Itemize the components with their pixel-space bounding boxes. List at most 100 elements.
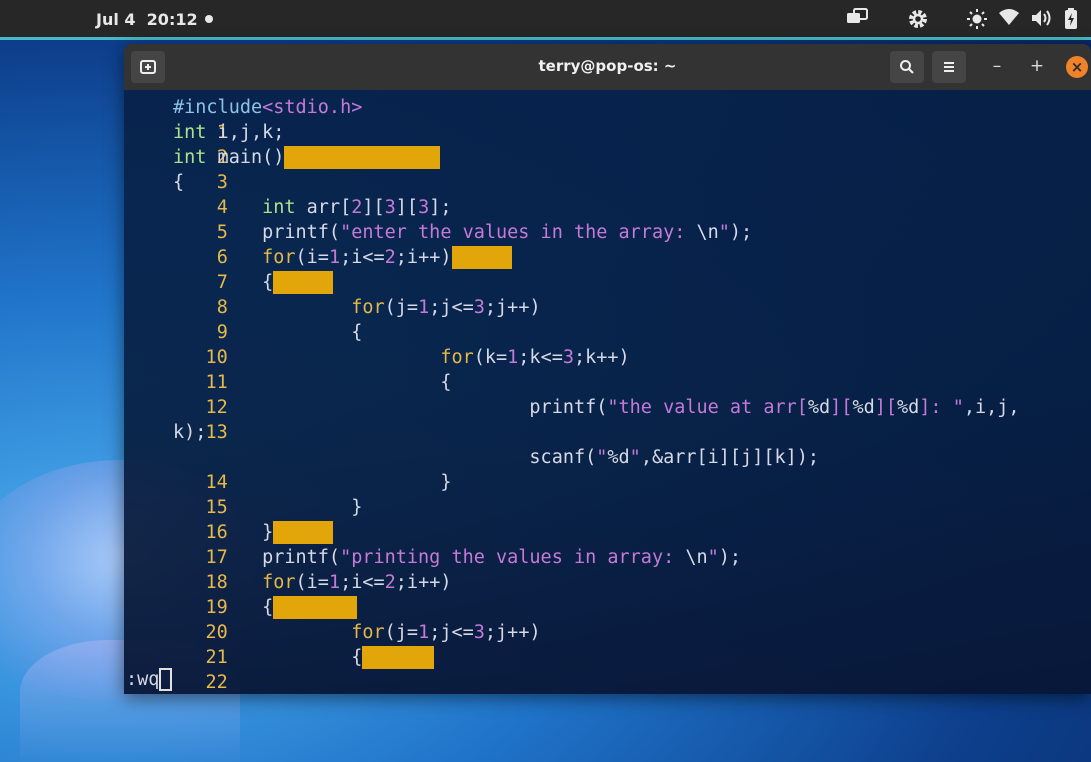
date-label: Jul 4 [96,10,136,29]
code-text: (i= [295,572,329,593]
search-icon [900,60,914,74]
vim-command-line[interactable]: :wq [126,667,173,692]
menu-button[interactable] [932,51,966,83]
code-text: i,j,k; [206,122,285,143]
trailing-whitespace-highlight [451,246,512,269]
code-line: 11 for(k=1;k<=3;k++) [124,345,1091,393]
code-text: ;i<= [340,247,385,268]
code-text: } [262,522,274,543]
include-header: <stdio.h> [262,97,363,118]
code-text: printf( [262,222,341,243]
command-text: :wq [126,669,160,690]
code-text: { [440,372,452,393]
code-text: ;i++) [395,247,452,268]
code-line: 15 } [124,470,1091,518]
volume-icon[interactable] [1030,8,1052,33]
number-literal: 3 [473,297,485,318]
code-text: main() [206,147,285,168]
close-button[interactable]: × [1066,56,1088,78]
code-text: k); [173,422,207,443]
terminal-window: terry@pop-os: ~ – + × 1 #include<stdio.h… [124,44,1091,694]
maximize-button[interactable]: + [1026,56,1048,76]
code-line: 17 } [124,520,1091,568]
code-line: 3 int main() [124,145,1091,193]
number-literal: 2 [351,197,363,218]
window-switcher-icon[interactable] [846,8,868,31]
code-text: (i= [295,247,329,268]
number-literal: 1 [328,572,341,593]
code-text: ); [729,222,753,243]
clock[interactable]: Jul 4 20:12 [96,10,198,29]
notification-dot-icon [205,15,213,23]
code-line: 10 { [124,320,1091,368]
code-text: arr[ [295,197,352,218]
code-line: 4 { [124,170,1091,218]
format-specifier: %d [607,447,630,468]
number-literal: 3 [562,347,574,368]
terminal-titlebar[interactable]: terry@pop-os: ~ – + × [124,44,1091,90]
number-literal: 3 [473,622,485,643]
trailing-whitespace-highlight [273,271,334,294]
code-line: 13 printf("the value at arr[%d][%d][%d]:… [124,395,1091,443]
string-literal: ][ [830,397,853,418]
escape-sequence: \n [685,547,708,568]
code-text: ][ [362,197,385,218]
code-line: 2 int i,j,k; [124,120,1091,168]
brightness-icon[interactable] [966,8,988,35]
string-literal: ][ [874,397,897,418]
number-literal: 1 [418,622,430,643]
text-cursor [159,668,173,691]
vim-editor[interactable]: 1 #include<stdio.h> 2 int i,j,k; 3 int m… [124,90,1091,694]
wifi-icon[interactable] [998,8,1020,31]
code-line: 14 scanf("%d",&arr[i][j][k]); [124,445,1091,493]
format-specifier: %d [807,397,831,418]
string-literal: "enter the values in the array: [340,222,697,243]
system-top-bar: Jul 4 20:12 [0,0,1091,40]
code-text: ;j++) [484,622,541,643]
code-line: 1 #include<stdio.h> [124,95,1091,143]
code-text: ,i,j, [963,397,1020,418]
number-literal: 3 [418,197,430,218]
code-text: ;j++) [484,297,541,318]
trailing-whitespace-highlight [273,596,358,619]
code-text: printf( [529,397,608,418]
trailing-whitespace-highlight [362,646,435,669]
minimize-button[interactable]: – [986,56,1008,76]
code-line-wrap: k); [124,420,1091,445]
number-literal: 2 [384,247,396,268]
trailing-whitespace-highlight [284,146,441,169]
code-text: { [262,272,274,293]
gear-icon[interactable] [907,8,929,35]
string-literal: "printing the values in array: [340,547,686,568]
code-text: (j= [384,297,419,318]
code-line: 22 { [124,645,1091,693]
battery-icon[interactable] [1064,8,1078,35]
code-text: } [440,472,452,493]
code-text: ][ [395,197,419,218]
format-specifier: %d [897,397,920,418]
code-line: 12 { [124,370,1091,418]
code-line: 9 for(j=1;j<=3;j++) [124,295,1091,343]
type-keyword: int [262,197,296,218]
code-line: 16 } [124,495,1091,543]
type-keyword: int [173,147,207,168]
number-literal: 2 [384,572,396,593]
preproc-directive: #include [173,97,263,118]
search-button[interactable] [890,51,924,83]
time-label: 20:12 [146,10,198,29]
code-line: 8 { [124,270,1091,318]
code-line: 5 int arr[2][3][3]; [124,195,1091,243]
control-keyword: for [351,622,385,643]
code-line: 18 printf("printing the values in array:… [124,545,1091,593]
number-literal: 3 [384,197,396,218]
code-text: ;i++) [395,572,452,593]
code-text: (j= [384,622,419,643]
code-text: { [262,597,274,618]
code-text: { [351,322,363,343]
trailing-whitespace-highlight [273,521,334,544]
code-text: ,&arr[i][j][k]); [640,447,820,468]
code-text: ;j<= [429,622,474,643]
code-text: } [351,497,363,518]
control-keyword: for [262,572,296,593]
code-text: ;k++) [574,347,630,368]
